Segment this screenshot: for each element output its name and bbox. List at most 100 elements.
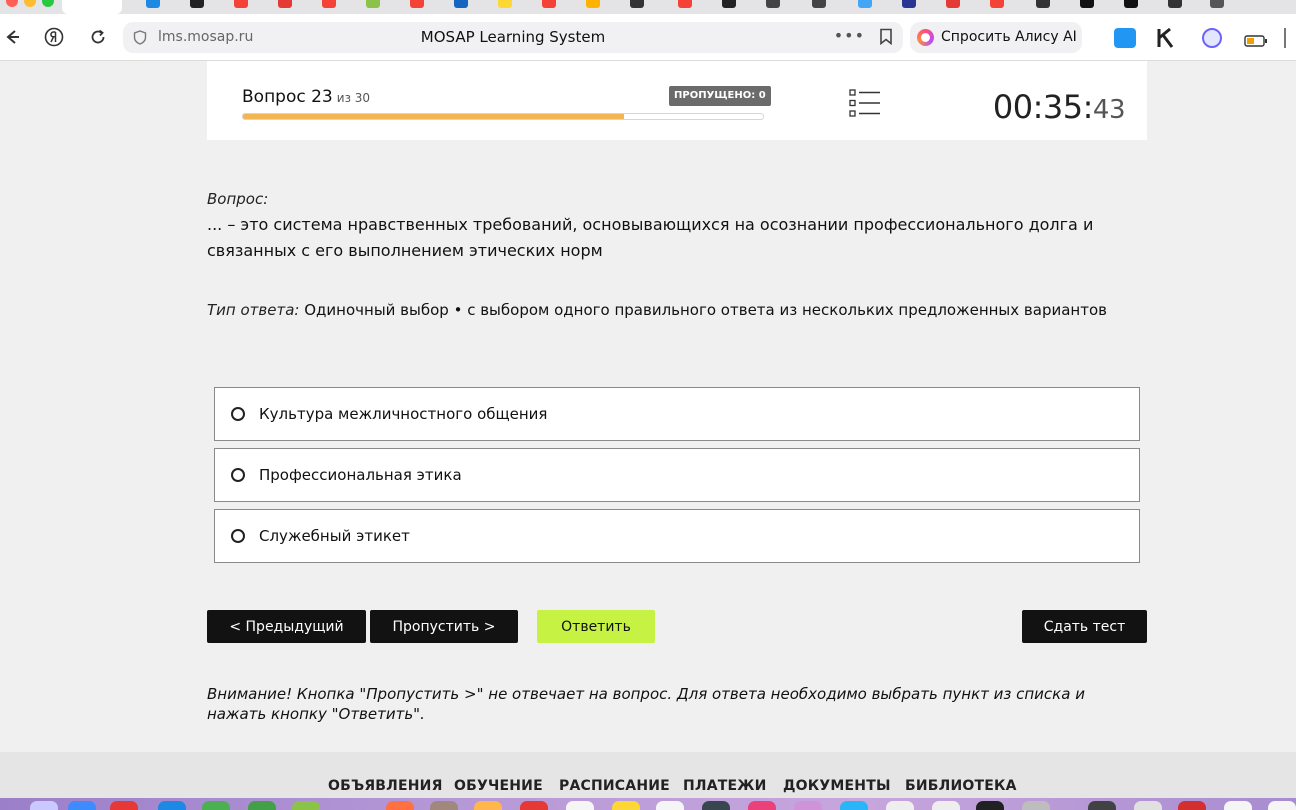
address-bar[interactable]: lms.mosap.ru MOSAP Learning System ••• [123,22,903,53]
tab-favicon[interactable] [278,0,292,8]
dock-app-icon[interactable] [748,801,776,810]
tab-favicon[interactable] [630,0,644,8]
more-dots-icon[interactable]: ••• [834,26,865,45]
tab-favicon[interactable] [366,0,380,8]
tab-favicon[interactable] [542,0,556,8]
reload-icon[interactable] [86,25,110,49]
dock-app-icon[interactable] [474,801,502,810]
dock-app-icon[interactable] [702,801,730,810]
question-counter: Вопрос 23 из 30 [242,87,370,107]
submit-test-button[interactable]: Сдать тест [1022,610,1147,643]
tab-favicon[interactable] [410,0,424,8]
answer-button[interactable]: Ответить [537,610,655,643]
footer-link-payments[interactable]: ПЛАТЕЖИ [683,778,767,794]
tab-favicon[interactable] [322,0,336,8]
ask-alice-label: Спросить Алису AI [941,29,1077,45]
back-arrow-icon[interactable] [0,25,24,49]
tab-favicon[interactable] [454,0,468,8]
footer-link-learning[interactable]: ОБУЧЕНИЕ [454,778,543,794]
tab-favicon[interactable] [902,0,916,8]
extension-k-icon[interactable] [1156,27,1178,53]
page-title: MOSAP Learning System [420,28,606,46]
dock-app-icon[interactable] [1268,801,1296,810]
answer-option[interactable]: Служебный этикет [214,509,1140,563]
answer-type-label: Тип ответа: [207,301,300,319]
dock-app-icon[interactable] [248,801,276,810]
dock-app-icon[interactable] [430,801,458,810]
bookmark-icon[interactable] [879,28,893,49]
dock-app-icon[interactable] [202,801,230,810]
progress-bar [242,113,764,120]
answer-option[interactable]: Культура межличностного общения [214,387,1140,441]
countdown-timer: 00:35:43 [992,88,1126,126]
dock-app-icon[interactable] [1224,801,1252,810]
answer-option-label: Профессиональная этика [259,466,462,484]
skip-button[interactable]: Пропустить > [370,610,518,643]
tab-favicon[interactable] [586,0,600,8]
footer-link-announcements[interactable]: ОБЪЯВЛЕНИЯ [328,778,443,794]
dock-app-icon[interactable] [68,801,96,810]
dock-app-icon[interactable] [612,801,640,810]
tab-favicon[interactable] [190,0,204,8]
dock-app-icon[interactable] [158,801,186,810]
dock-app-icon[interactable] [794,801,822,810]
progress-fill [243,114,625,119]
radio-button[interactable] [231,468,245,482]
tab-favicon[interactable] [1036,0,1050,8]
tab-favicon[interactable] [1080,0,1094,8]
timer-main: 00:35: [992,88,1094,126]
dock-app-icon[interactable] [1178,801,1206,810]
radio-button[interactable] [231,407,245,421]
dock-app-icon[interactable] [1134,801,1162,810]
dock-app-icon[interactable] [656,801,684,810]
dock-app-icon[interactable] [566,801,594,810]
dock-app-icon[interactable] [1088,801,1116,810]
dock-app-icon[interactable] [292,801,320,810]
tab-favicon[interactable] [722,0,736,8]
timer-seconds: 43 [1092,95,1126,125]
tab-favicon[interactable] [946,0,960,8]
maximize-window-icon[interactable] [42,0,54,7]
dock-app-icon[interactable] [520,801,548,810]
dock-app-icon[interactable] [30,801,58,810]
tab-favicon[interactable] [498,0,512,8]
dock-app-icon[interactable] [932,801,960,810]
tab-favicon[interactable] [1168,0,1182,8]
dock-app-icon[interactable] [840,801,868,810]
tab-favicon[interactable] [678,0,692,8]
active-browser-tab[interactable] [62,0,122,14]
tab-favicon[interactable] [234,0,248,8]
radio-button[interactable] [231,529,245,543]
dock-app-icon[interactable] [886,801,914,810]
tab-favicon[interactable] [766,0,780,8]
footer-link-schedule[interactable]: РАСПИСАНИЕ [559,778,670,794]
alice-logo-icon [917,29,934,46]
answer-option[interactable]: Профессиональная этика [214,448,1140,502]
tab-favicon[interactable] [858,0,872,8]
tab-favicon[interactable] [146,0,160,8]
tab-favicon[interactable] [1124,0,1138,8]
extension-circle-icon[interactable] [1202,28,1222,48]
answer-type-value: Одиночный выбор • с выбором одного прави… [299,301,1107,319]
dock-app-icon[interactable] [386,801,414,810]
question-label: Вопрос: [207,190,269,208]
menu-icon[interactable] [1284,28,1296,48]
ask-alice-button[interactable]: Спросить Алису AI [910,22,1082,53]
question-list-icon[interactable] [849,89,881,117]
close-window-icon[interactable] [6,0,18,7]
answer-option-label: Культура межличностного общения [259,405,548,423]
previous-button[interactable]: < Предыдущий [207,610,366,643]
dock-app-icon[interactable] [110,801,138,810]
browser-tab-strip [0,0,1296,14]
dock-app-icon[interactable] [976,801,1004,810]
footer-link-library[interactable]: БИБЛИОТЕКА [905,778,1017,794]
footer-link-documents[interactable]: ДОКУМЕНТЫ [783,778,891,794]
extension-icon[interactable] [1114,28,1136,48]
yandex-logo-icon[interactable] [42,25,66,49]
tab-favicon[interactable] [812,0,826,8]
tab-favicon[interactable] [990,0,1004,8]
dock-app-icon[interactable] [1022,801,1050,810]
tab-favicon[interactable] [1210,0,1224,8]
minimize-window-icon[interactable] [24,0,36,7]
battery-icon [1244,32,1268,51]
